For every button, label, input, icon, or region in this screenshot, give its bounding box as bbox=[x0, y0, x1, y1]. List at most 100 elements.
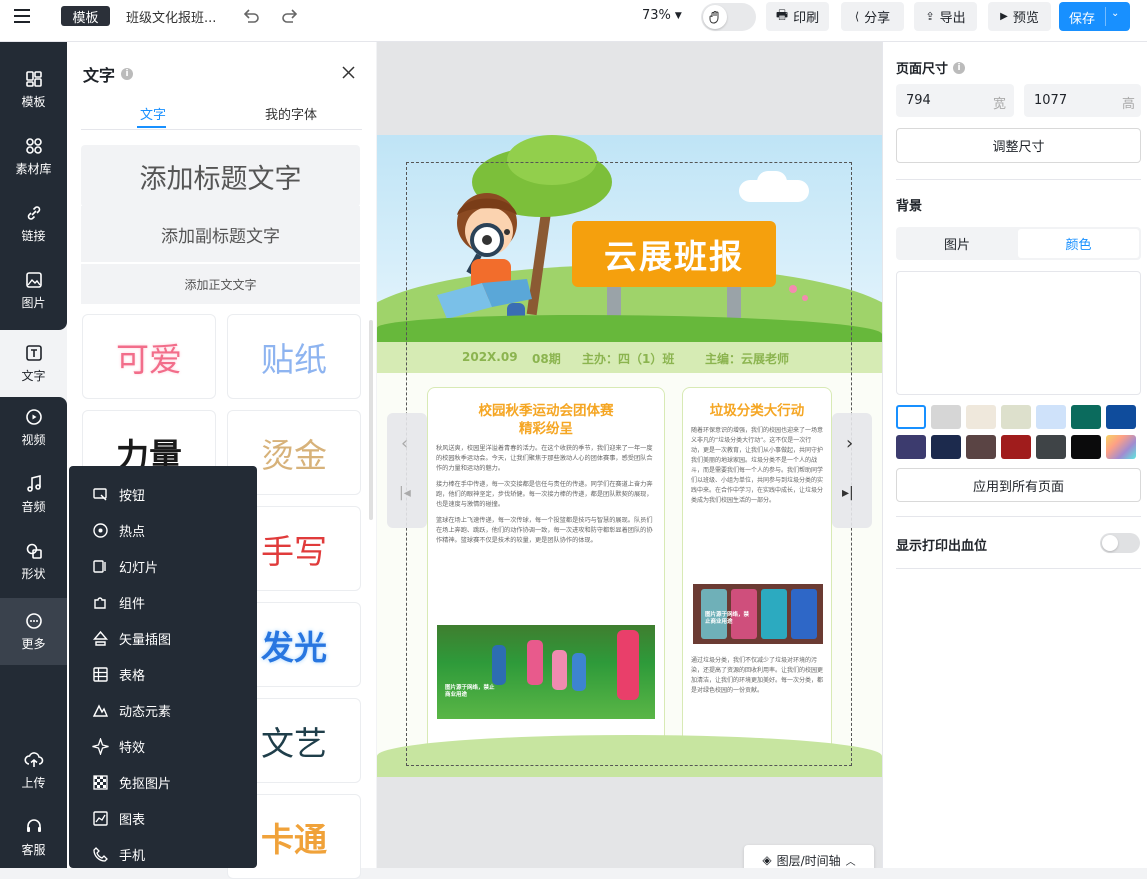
menu-item-chart[interactable]: 图表 bbox=[69, 800, 257, 836]
menu-item-phone[interactable]: 手机 bbox=[69, 836, 257, 872]
color-swatch[interactable] bbox=[966, 405, 996, 429]
menu-item-component[interactable]: 组件 bbox=[69, 584, 257, 620]
table-icon bbox=[93, 666, 108, 682]
color-swatch[interactable] bbox=[1106, 435, 1136, 459]
bleed-label: 显示打印出血位 bbox=[896, 539, 988, 554]
chevron-down-icon[interactable]: ⌄ bbox=[1111, 8, 1119, 19]
nav-upload[interactable]: 上传 bbox=[0, 740, 67, 800]
color-swatch[interactable] bbox=[1106, 405, 1136, 429]
nav-images[interactable]: 图片 bbox=[0, 263, 67, 317]
tab-text[interactable]: 文字 bbox=[140, 104, 166, 123]
color-swatch[interactable] bbox=[966, 435, 996, 459]
panel-scrollbar[interactable] bbox=[369, 320, 373, 520]
undo-icon[interactable] bbox=[241, 6, 261, 30]
checker-icon bbox=[93, 774, 108, 790]
document-title[interactable]: 班级文化报班... bbox=[126, 7, 216, 26]
hand-tool-toggle[interactable] bbox=[701, 3, 756, 31]
chart-icon bbox=[93, 810, 108, 826]
color-swatch[interactable] bbox=[1001, 435, 1031, 459]
tab-bg-color[interactable]: 颜色 bbox=[1018, 229, 1139, 258]
info-icon[interactable]: i bbox=[953, 61, 966, 74]
puzzle-icon bbox=[94, 596, 106, 609]
hotspot-icon bbox=[93, 522, 108, 538]
template-tag[interactable]: 模板 bbox=[61, 6, 110, 26]
menu-item-hotspot[interactable]: 热点 bbox=[69, 512, 257, 548]
menu-item-effects[interactable]: 特效 bbox=[69, 728, 257, 764]
template-icon bbox=[25, 70, 42, 87]
phone-icon bbox=[93, 846, 108, 862]
menu-item-vector[interactable]: 矢量插图 bbox=[69, 620, 257, 656]
tab-bg-image[interactable]: 图片 bbox=[896, 227, 1018, 260]
background-label: 背景 bbox=[896, 199, 923, 214]
nav-audio[interactable]: 音频 bbox=[0, 464, 67, 524]
share-button[interactable]: ⟨ 分享 bbox=[841, 2, 904, 31]
height-input[interactable]: 1077 高 bbox=[1024, 84, 1141, 117]
color-swatch[interactable] bbox=[931, 405, 961, 429]
color-preview[interactable] bbox=[896, 271, 1141, 395]
color-swatch[interactable] bbox=[896, 405, 926, 429]
add-title-text[interactable]: 添加标题文字 bbox=[81, 145, 360, 207]
chevron-right-icon: › bbox=[846, 433, 854, 454]
cursor-icon bbox=[93, 487, 107, 500]
more-menu: 按钮 热点 幻灯片 组件 矢量插图 表格 动态元素 特效 免抠图片 图表 手机 bbox=[69, 466, 257, 868]
prev-page-button[interactable]: ‹ |◂ bbox=[387, 413, 427, 528]
menu-item-table[interactable]: 表格 bbox=[69, 656, 257, 692]
color-swatch[interactable] bbox=[1071, 435, 1101, 459]
bleed-toggle[interactable] bbox=[1100, 533, 1140, 553]
color-swatch[interactable] bbox=[1001, 405, 1031, 429]
color-swatch[interactable] bbox=[931, 435, 961, 459]
menu-item-dynamic[interactable]: 动态元素 bbox=[69, 692, 257, 728]
tab-my-fonts[interactable]: 我的字体 bbox=[265, 104, 317, 123]
apply-all-pages-button[interactable]: 应用到所有页面 bbox=[896, 468, 1141, 502]
panel-title: 文字 i bbox=[83, 62, 134, 86]
color-swatch[interactable] bbox=[1036, 435, 1066, 459]
width-input[interactable]: 794 宽 bbox=[896, 84, 1014, 117]
zoom-select[interactable]: 73% ▼ bbox=[642, 8, 682, 23]
menu-item-slideshow[interactable]: 幻灯片 bbox=[69, 548, 257, 584]
menu-item-cutout-images[interactable]: 免抠图片 bbox=[69, 764, 257, 800]
shape-icon bbox=[26, 543, 42, 559]
dynamic-icon bbox=[92, 703, 109, 717]
nav-more[interactable]: 更多 bbox=[0, 598, 67, 665]
music-icon bbox=[26, 474, 41, 492]
redo-icon[interactable] bbox=[280, 6, 300, 30]
chevron-down-icon: ▼ bbox=[674, 10, 682, 21]
close-icon[interactable] bbox=[342, 64, 355, 83]
save-button[interactable]: 保存 ⌄ bbox=[1059, 2, 1130, 31]
link-icon bbox=[27, 205, 40, 220]
nav-text[interactable]: 文字 bbox=[0, 330, 67, 397]
menu-item-button[interactable]: 按钮 bbox=[69, 476, 257, 512]
nav-customer-service[interactable]: 客服 bbox=[0, 807, 67, 867]
print-button[interactable]: 🖶 印刷 bbox=[766, 2, 829, 31]
hand-icon bbox=[703, 5, 727, 29]
page-boundary bbox=[406, 162, 852, 766]
nav-links[interactable]: 链接 bbox=[0, 196, 67, 250]
preview-button[interactable]: ▶ 预览 bbox=[988, 2, 1051, 31]
nav-templates[interactable]: 模板 bbox=[0, 62, 67, 116]
color-swatch[interactable] bbox=[1071, 405, 1101, 429]
next-page-button[interactable]: › ▸| bbox=[832, 413, 872, 528]
canvas-area[interactable]: 云展班报 202X.09 08期 主办：四（1）班 主编：云展老师 校园秋季运动… bbox=[377, 42, 882, 868]
style-card-sticker[interactable]: 贴纸 bbox=[227, 314, 361, 399]
add-body-text[interactable]: 添加正文文字 bbox=[81, 264, 360, 304]
nav-video[interactable]: 视频 bbox=[0, 397, 67, 457]
top-bar: 模板 班级文化报班... 73% ▼ 🖶 印刷 ⟨ 分享 ⇪ 导出 ▶ 预览 保存 ⌄ bbox=[0, 0, 1147, 42]
play-icon: ▶ bbox=[1000, 11, 1008, 22]
bg-tabs: 图片 颜色 bbox=[896, 227, 1141, 260]
upload-icon bbox=[23, 751, 43, 767]
layers-timeline-button[interactable]: ◈ 图层/时间轴 ︿ bbox=[744, 845, 874, 868]
chevron-up-icon: ︿ bbox=[845, 856, 856, 868]
export-button[interactable]: ⇪ 导出 bbox=[914, 2, 977, 31]
text-icon bbox=[25, 345, 42, 361]
info-icon[interactable]: i bbox=[121, 68, 134, 80]
add-subtitle-text[interactable]: 添加副标题文字 bbox=[81, 206, 360, 262]
nav-assets[interactable]: 素材库 bbox=[0, 129, 67, 183]
color-swatch[interactable] bbox=[1036, 405, 1066, 429]
last-page-icon: ▸| bbox=[842, 485, 854, 501]
color-swatch[interactable] bbox=[896, 435, 926, 459]
resize-button[interactable]: 调整尺寸 bbox=[896, 128, 1141, 163]
style-card-cute[interactable]: 可爱 bbox=[82, 314, 216, 399]
first-page-icon: |◂ bbox=[399, 485, 411, 501]
menu-icon[interactable] bbox=[14, 8, 32, 24]
nav-shapes[interactable]: 形状 bbox=[0, 531, 67, 591]
